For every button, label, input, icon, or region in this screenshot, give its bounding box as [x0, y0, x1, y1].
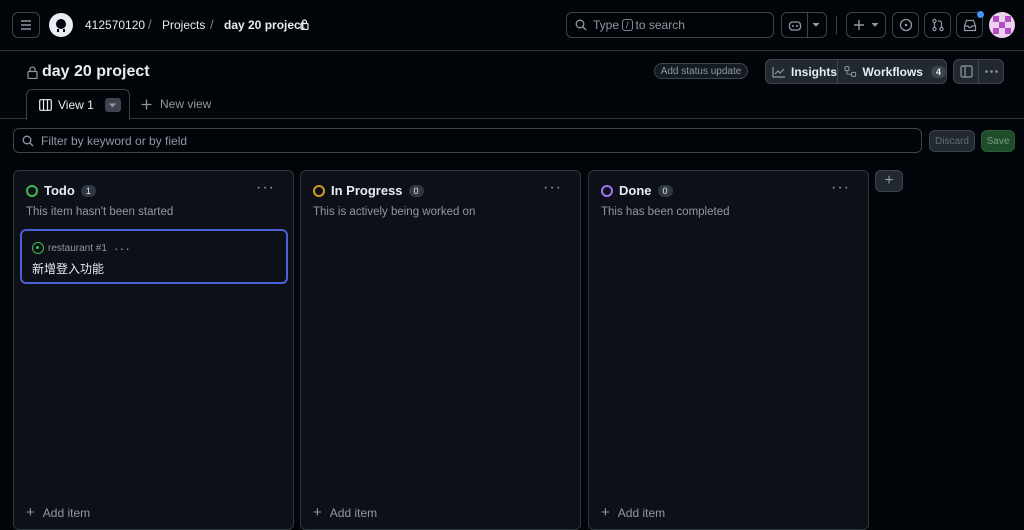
view-options-button[interactable]: [104, 98, 121, 112]
create-new-button[interactable]: [846, 12, 886, 38]
column-description: This item hasn't been started: [26, 206, 174, 218]
filter-input[interactable]: Filter by keyword or by field: [13, 128, 922, 153]
lock-icon: [27, 66, 38, 79]
plus-icon: +: [601, 504, 610, 521]
add-item-label: Add item: [42, 505, 91, 520]
column-menu-icon[interactable]: ···: [543, 179, 562, 197]
column-menu-icon[interactable]: ···: [256, 179, 275, 197]
pull-requests-button[interactable]: [924, 12, 951, 38]
insights-button[interactable]: Insights: [765, 59, 838, 84]
column-description: This is actively being worked on: [313, 206, 476, 218]
breadcrumb-separator: /: [210, 17, 214, 32]
project-menu-button[interactable]: [978, 59, 1004, 84]
board-column-todo: Todo 1 ··· This item hasn't been started…: [13, 170, 294, 530]
breadcrumb-project[interactable]: day 20 project: [224, 18, 305, 32]
tab-view-1[interactable]: View 1: [26, 89, 130, 120]
inbox-icon: [963, 19, 976, 31]
github-logo-icon[interactable]: [49, 13, 73, 37]
add-item-button[interactable]: + Add item: [26, 504, 90, 521]
divider: [836, 16, 837, 34]
copilot-button[interactable]: [781, 12, 827, 38]
search-prefix: Type: [593, 18, 620, 32]
workflows-count-badge: 4: [930, 65, 946, 78]
column-header: Done 0: [601, 183, 673, 198]
new-view-button[interactable]: New view: [141, 97, 211, 111]
pull-request-icon: [931, 18, 944, 32]
plus-icon: [854, 20, 864, 30]
copilot-icon: [788, 21, 802, 31]
discard-button[interactable]: Discard: [929, 130, 975, 152]
open-issue-icon: [32, 242, 44, 254]
global-header: 412570120 / Projects / day 20 project Ty…: [0, 0, 1024, 51]
insights-label: Insights: [790, 64, 837, 79]
project-header: day 20 project Add status update Insight…: [0, 51, 1024, 120]
add-item-button[interactable]: + Add item: [601, 504, 665, 521]
add-status-update-button[interactable]: Add status update: [654, 63, 748, 79]
page-title: day 20 project: [42, 63, 150, 80]
breadcrumb-owner[interactable]: 412570120: [85, 18, 145, 32]
breadcrumb-separator: /: [148, 17, 152, 32]
add-item-label: Add item: [329, 505, 378, 520]
search-input[interactable]: Type / to search: [566, 12, 774, 38]
filter-placeholder: Filter by keyword or by field: [41, 133, 188, 148]
breadcrumb-projects[interactable]: Projects: [162, 18, 205, 32]
workflows-label: Workflows: [862, 64, 923, 79]
plus-icon: +: [26, 504, 35, 521]
tab-view-1-label: View 1: [58, 98, 94, 112]
plus-icon: [141, 99, 152, 109]
status-circle-icon: [26, 184, 38, 197]
plus-icon: +: [884, 172, 894, 189]
status-circle-icon: [601, 184, 613, 197]
avatar[interactable]: [989, 12, 1015, 38]
chevron-down-icon: [812, 22, 820, 27]
card-meta: restaurant #1 ···: [32, 240, 131, 256]
column-count-badge: 0: [408, 184, 424, 197]
new-view-label: New view: [160, 97, 212, 111]
search-icon: [575, 19, 587, 31]
menu-button[interactable]: [12, 12, 40, 38]
board-column-in-progress: In Progress 0 ··· This is actively being…: [300, 170, 581, 530]
panel-icon: [959, 65, 973, 78]
column-count-badge: 1: [80, 184, 96, 197]
column-menu-icon[interactable]: ···: [831, 179, 850, 197]
column-description: This has been completed: [601, 206, 730, 218]
column-title: Todo: [44, 183, 75, 198]
kebab-icon: [984, 70, 998, 73]
board-column-done: Done 0 ··· This has been completed + Add…: [588, 170, 869, 530]
card-menu-icon[interactable]: ···: [114, 240, 131, 256]
lock-icon: [300, 19, 309, 30]
add-item-label: Add item: [617, 505, 666, 520]
search-icon: [22, 135, 34, 146]
toggle-side-panel-button[interactable]: [953, 59, 979, 84]
notification-dot: [977, 11, 984, 18]
column-title: Done: [619, 183, 652, 198]
search-suffix: to search: [635, 18, 685, 32]
add-column-button[interactable]: +: [875, 170, 903, 192]
workflow-icon: [844, 66, 857, 77]
chevron-down-icon: [109, 102, 117, 107]
card-repo-ref[interactable]: restaurant #1: [48, 243, 107, 254]
card-title[interactable]: 新增登入功能: [32, 260, 104, 277]
column-title: In Progress: [331, 183, 403, 198]
chevron-down-icon: [871, 22, 879, 27]
plus-icon: +: [313, 504, 322, 521]
menu-icon: [21, 20, 31, 30]
column-header: In Progress 0: [313, 183, 424, 198]
add-item-button[interactable]: + Add item: [313, 504, 377, 521]
save-button[interactable]: Save: [981, 130, 1015, 152]
board-icon: [39, 99, 52, 111]
graph-icon: [772, 66, 785, 78]
column-header: Todo 1: [26, 183, 96, 198]
status-circle-icon: [313, 184, 325, 197]
column-count-badge: 0: [657, 184, 673, 197]
issue-icon: [899, 18, 912, 32]
workflows-button[interactable]: Workflows 4: [837, 59, 947, 84]
search-shortcut-key: /: [622, 19, 633, 31]
issues-button[interactable]: [892, 12, 919, 38]
board-card[interactable]: restaurant #1 ··· 新增登入功能: [20, 229, 288, 284]
